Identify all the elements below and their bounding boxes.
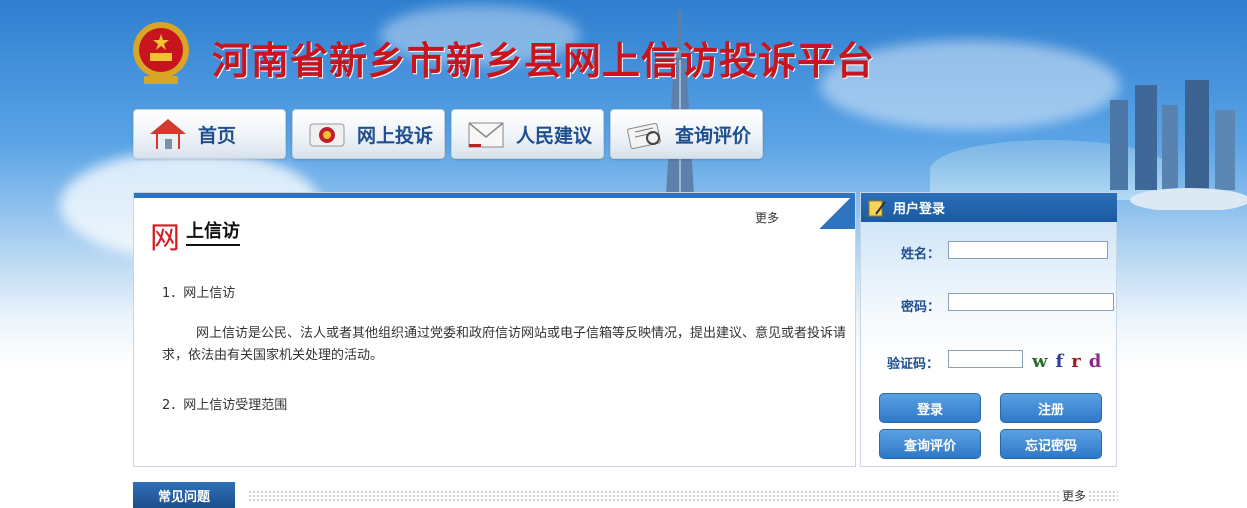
captcha-label: 验证码：: [887, 357, 940, 372]
content-paragraph: 网上信访是公民、法人或者其他组织通过党委和政府信访网站或电子信箱等反映情况，提出…: [162, 326, 847, 363]
panel-corner-decoration: [819, 193, 855, 229]
captcha-image[interactable]: wfrd: [1032, 351, 1109, 372]
national-emblem-icon: [133, 22, 189, 84]
captcha-char: d: [1088, 351, 1110, 372]
name-label: 姓名：: [901, 247, 941, 262]
nav-home[interactable]: 首页: [133, 109, 286, 159]
query-evaluation-button[interactable]: 查询评价: [879, 429, 981, 459]
site-title: 河南省新乡市新乡县网上信访投诉平台: [212, 41, 876, 83]
login-button[interactable]: 登录: [879, 393, 981, 423]
forgot-password-button[interactable]: 忘记密码: [1000, 429, 1102, 459]
notepad-pen-icon: [868, 200, 886, 216]
login-header: 用户登录: [861, 193, 1117, 222]
faq-more-link[interactable]: 更多: [1060, 487, 1089, 504]
faq-tab[interactable]: 常见问题: [133, 482, 235, 508]
dotted-divider: [248, 490, 1118, 502]
section-title-char: 网: [150, 221, 180, 256]
envelope-icon: [468, 122, 504, 148]
nav-query-evaluation-label: 查询评价: [675, 124, 752, 147]
password-input[interactable]: [948, 293, 1114, 311]
complaint-seal-icon: [309, 123, 345, 147]
captcha-char: r: [1071, 351, 1089, 372]
register-button[interactable]: 注册: [1000, 393, 1102, 423]
nav-people-suggestion-label: 人民建议: [516, 124, 593, 147]
section-title: 上信访: [186, 217, 240, 246]
captcha-char: f: [1055, 351, 1072, 372]
content-item-2[interactable]: 2．网上信访受理范围: [162, 395, 287, 417]
online-petition-panel: 网 上信访 更多 1．网上信访 网上信访是公民、法人或者其他组织通过党委和政府信…: [133, 192, 856, 467]
name-input[interactable]: [948, 241, 1108, 259]
query-icon: [627, 122, 661, 150]
more-link[interactable]: 更多: [755, 209, 779, 226]
content-item-1: 1．网上信访: [162, 286, 236, 301]
nav-home-label: 首页: [198, 124, 237, 147]
captcha-input[interactable]: [948, 350, 1023, 368]
captcha-char: w: [1032, 351, 1056, 372]
main-nav: 首页 网上投诉 人民建议 查询评价: [133, 109, 763, 159]
nav-online-complaint[interactable]: 网上投诉: [292, 109, 445, 159]
nav-people-suggestion[interactable]: 人民建议: [451, 109, 604, 159]
home-icon: [150, 119, 186, 149]
nav-query-evaluation[interactable]: 查询评价: [610, 109, 763, 159]
panel-top-bar: [134, 193, 855, 198]
login-title: 用户登录: [893, 202, 946, 217]
city-skyline-graphic: [1110, 80, 1247, 210]
user-login-panel: 用户登录 姓名： 密码： 验证码： wfrd 登录 注册 查询评价 忘记密码: [860, 192, 1117, 467]
password-label: 密码：: [901, 300, 941, 315]
nav-online-complaint-label: 网上投诉: [357, 124, 434, 147]
